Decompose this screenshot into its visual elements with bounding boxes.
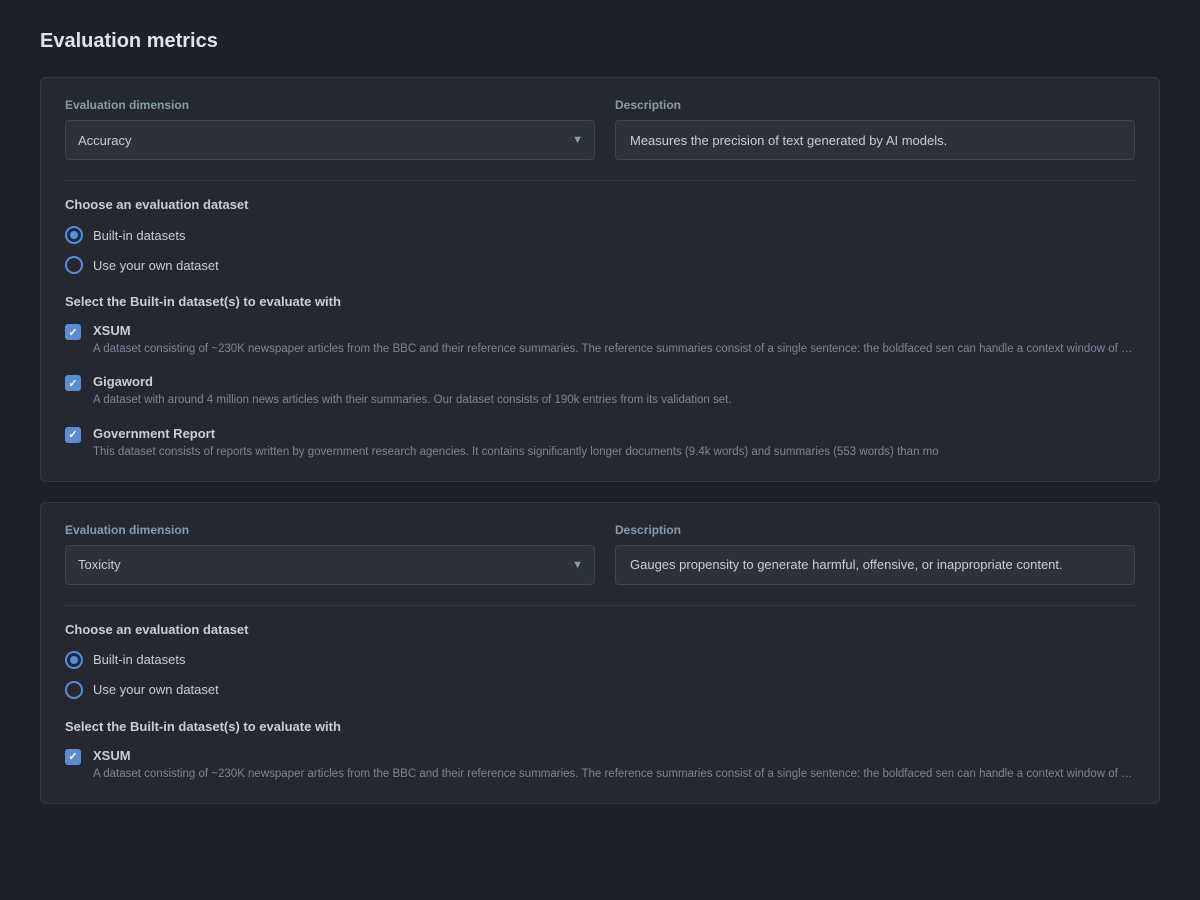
checkbox-gigaword-1[interactable] xyxy=(65,375,81,391)
description-label-1: Description xyxy=(615,98,1135,112)
radio-group-2: Built-in datasets Use your own dataset xyxy=(65,651,1135,699)
radio-builtin-2[interactable]: Built-in datasets xyxy=(65,651,1135,669)
dataset-item-gigaword-1: Gigaword A dataset with around 4 million… xyxy=(65,374,1135,409)
radio-circle-builtin-1 xyxy=(65,226,83,244)
dataset-list-2: XSUM A dataset consisting of ~230K newsp… xyxy=(65,748,1135,783)
dataset-item-xsum-1: XSUM A dataset consisting of ~230K newsp… xyxy=(65,323,1135,358)
dataset-section-title-2: Choose an evaluation dataset xyxy=(65,622,1135,637)
radio-group-1: Built-in datasets Use your own dataset xyxy=(65,226,1135,274)
checkbox-govreport-1[interactable] xyxy=(65,427,81,443)
radio-builtin-1[interactable]: Built-in datasets xyxy=(65,226,1135,244)
radio-own-2[interactable]: Use your own dataset xyxy=(65,681,1135,699)
dataset-item-govreport-1: Government Report This dataset consists … xyxy=(65,426,1135,461)
radio-circle-builtin-2 xyxy=(65,651,83,669)
radio-label-builtin-1: Built-in datasets xyxy=(93,228,186,243)
description-col-1: Description Measures the precision of te… xyxy=(615,98,1135,160)
dimension-col-2: Evaluation dimension Toxicity ▼ xyxy=(65,523,595,585)
dataset-text-gigaword-1: Gigaword A dataset with around 4 million… xyxy=(93,374,1135,409)
dataset-desc-xsum-1: A dataset consisting of ~230K newspaper … xyxy=(93,341,1135,358)
dimension-label-2: Evaluation dimension xyxy=(65,523,595,537)
description-text-1: Measures the precision of text generated… xyxy=(615,120,1135,160)
radio-label-own-1: Use your own dataset xyxy=(93,258,219,273)
dimension-select-wrapper-1: Accuracy ▼ xyxy=(65,120,595,160)
radio-circle-own-2 xyxy=(65,681,83,699)
dataset-text-xsum-1: XSUM A dataset consisting of ~230K newsp… xyxy=(93,323,1135,358)
dataset-name-gigaword-1: Gigaword xyxy=(93,374,1135,389)
radio-label-own-2: Use your own dataset xyxy=(93,682,219,697)
dataset-list-1: XSUM A dataset consisting of ~230K newsp… xyxy=(65,323,1135,461)
dataset-desc-govreport-1: This dataset consists of reports written… xyxy=(93,444,1135,461)
dimension-col-1: Evaluation dimension Accuracy ▼ xyxy=(65,98,595,160)
eval-card-accuracy: Evaluation dimension Accuracy ▼ Descript… xyxy=(40,77,1160,482)
dataset-text-govreport-1: Government Report This dataset consists … xyxy=(93,426,1135,461)
dimension-select-2[interactable]: Toxicity xyxy=(65,545,595,585)
checkbox-xsum-2[interactable] xyxy=(65,749,81,765)
builtin-section-title-1: Select the Built-in dataset(s) to evalua… xyxy=(65,294,1135,309)
eval-card-toxicity: Evaluation dimension Toxicity ▼ Descript… xyxy=(40,502,1160,804)
dataset-name-xsum-1: XSUM xyxy=(93,323,1135,338)
page-title: Evaluation metrics xyxy=(40,30,1160,53)
dataset-desc-xsum-2: A dataset consisting of ~230K newspaper … xyxy=(93,766,1135,783)
dimension-select-1[interactable]: Accuracy xyxy=(65,120,595,160)
dataset-desc-gigaword-1: A dataset with around 4 million news art… xyxy=(93,392,1135,409)
dimension-select-wrapper-2: Toxicity ▼ xyxy=(65,545,595,585)
divider-1 xyxy=(65,180,1135,181)
dataset-name-xsum-2: XSUM xyxy=(93,748,1135,763)
dataset-section-title-1: Choose an evaluation dataset xyxy=(65,197,1135,212)
description-label-2: Description xyxy=(615,523,1135,537)
dataset-item-xsum-2: XSUM A dataset consisting of ~230K newsp… xyxy=(65,748,1135,783)
radio-own-1[interactable]: Use your own dataset xyxy=(65,256,1135,274)
description-col-2: Description Gauges propensity to generat… xyxy=(615,523,1135,585)
radio-label-builtin-2: Built-in datasets xyxy=(93,652,186,667)
radio-circle-own-1 xyxy=(65,256,83,274)
builtin-section-title-2: Select the Built-in dataset(s) to evalua… xyxy=(65,719,1135,734)
description-text-2: Gauges propensity to generate harmful, o… xyxy=(615,545,1135,585)
dataset-text-xsum-2: XSUM A dataset consisting of ~230K newsp… xyxy=(93,748,1135,783)
dataset-name-govreport-1: Government Report xyxy=(93,426,1135,441)
dimension-label-1: Evaluation dimension xyxy=(65,98,595,112)
divider-2 xyxy=(65,605,1135,606)
checkbox-xsum-1[interactable] xyxy=(65,324,81,340)
